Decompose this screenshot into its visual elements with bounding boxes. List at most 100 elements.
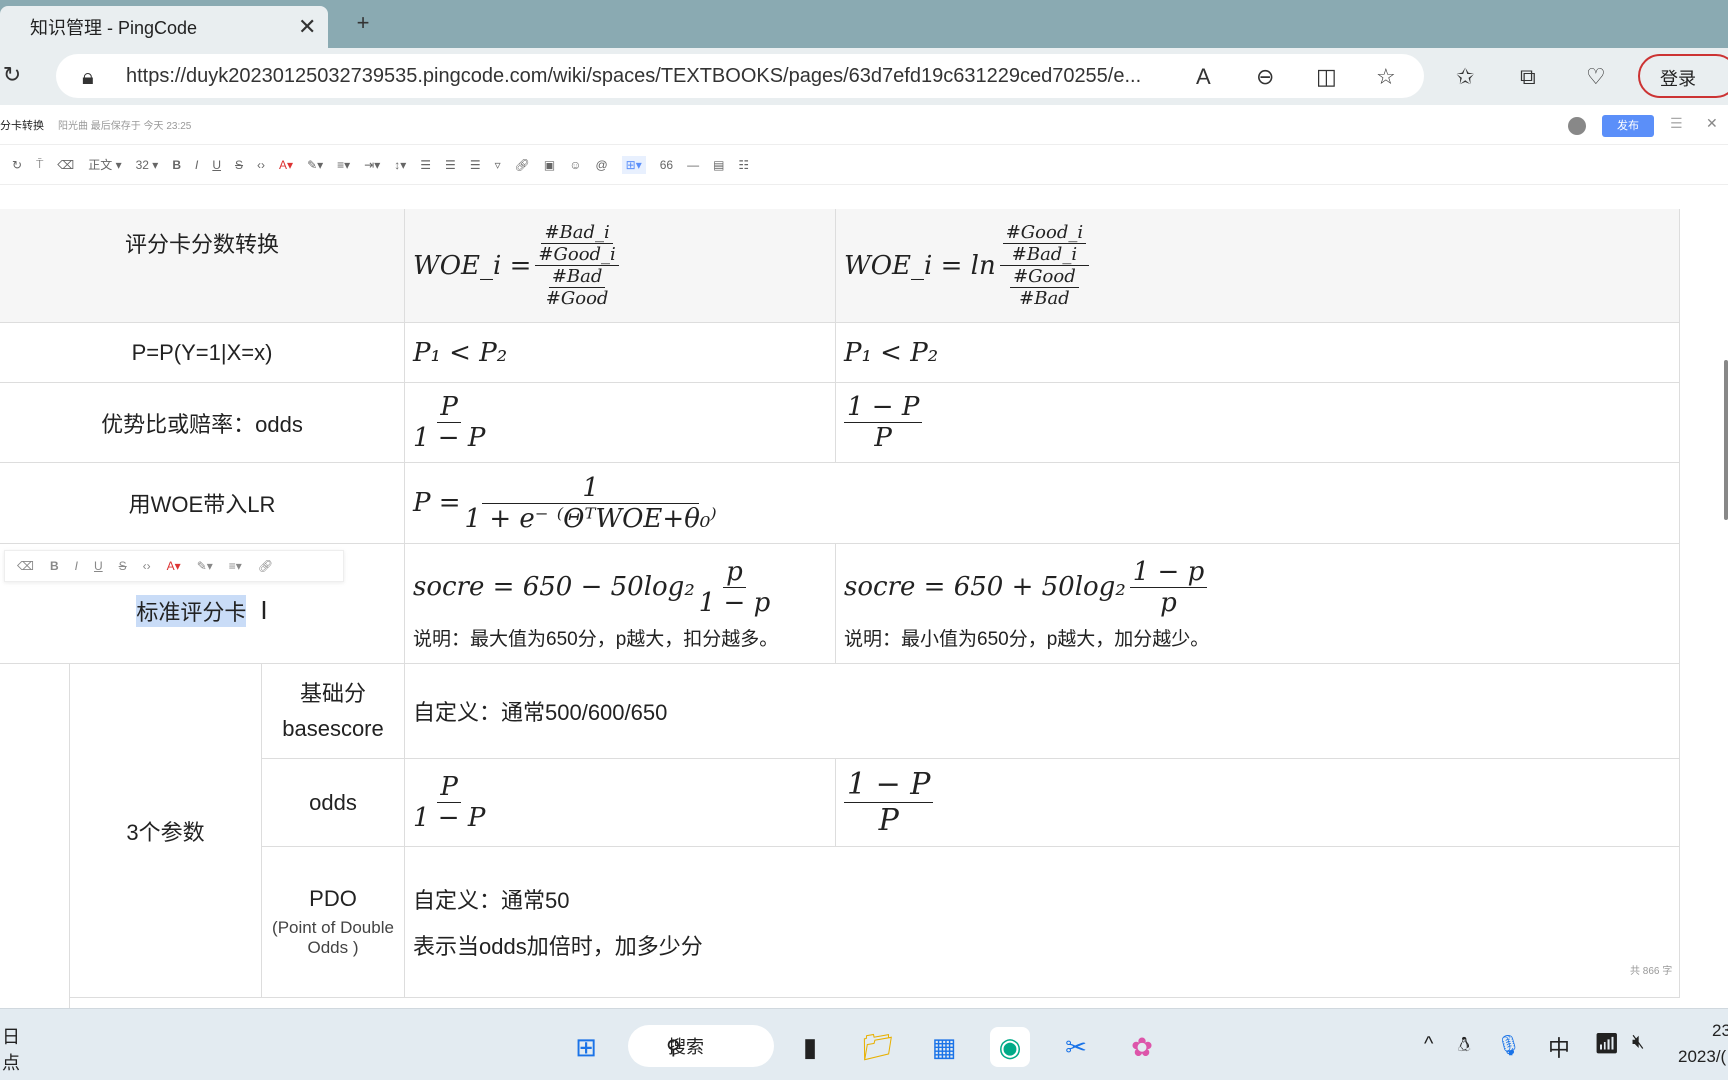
link-icon[interactable]: 🔗︎	[515, 158, 530, 172]
frac-part: P	[437, 392, 461, 423]
row-label: P=P(Y=1|X=x)	[131, 339, 273, 365]
cell-woe1[interactable]: WOE_i = #Bad_i #Good_i #Bad #Good	[405, 209, 836, 323]
cell-param[interactable]: odds	[262, 759, 405, 847]
close-tab-icon[interactable]: ✕	[298, 14, 316, 40]
file-explorer-icon[interactable]: 📁︎	[858, 1027, 898, 1067]
redo-icon[interactable]: ↻	[12, 158, 22, 172]
align-icon[interactable]: ≡▾	[229, 559, 242, 573]
toc-icon[interactable]: ☷	[738, 158, 749, 172]
cell-param[interactable]: 基础分 basescore	[262, 664, 405, 759]
clock-time[interactable]: 23	[1712, 1021, 1728, 1041]
collapse-icon[interactable]: ▿	[495, 158, 501, 172]
cell-formula[interactable]: P = 1 1 + e⁻ ⁽ΘᵀWOE+θ₀⁾	[405, 463, 1680, 544]
favorites-icon[interactable]: ✩	[1456, 64, 1474, 90]
refresh-icon[interactable]: ↻	[0, 62, 24, 88]
align-icon[interactable]: ≡▾	[337, 158, 350, 172]
font-color-icon[interactable]: A▾	[279, 158, 293, 172]
line-height-icon[interactable]: ↕▾	[394, 158, 406, 172]
quote-icon[interactable]: 66	[660, 158, 673, 172]
frac-part: #Bad_i	[541, 222, 613, 244]
link-icon[interactable]: 🔗︎	[258, 559, 273, 573]
cell-label[interactable]: 优势比或赔率：odds	[0, 383, 405, 463]
bullet-list-icon[interactable]: ☰	[445, 158, 456, 172]
formula-lhs: socre = 650 − 50log₂	[413, 572, 695, 602]
mute-icon[interactable]: 🔇︎	[1632, 1031, 1645, 1054]
attachment-icon[interactable]: ▤	[713, 158, 724, 172]
mention-icon[interactable]: @	[595, 158, 607, 172]
ordered-list-icon[interactable]: ☰	[420, 158, 431, 172]
edge-icon[interactable]: ◉	[990, 1027, 1030, 1067]
formula-lhs: WOE_i = ln	[844, 250, 996, 281]
scrollbar[interactable]	[1724, 360, 1728, 520]
cell-formula[interactable]: socre = 650 + 50log₂ 1 − p p 说明：最小值为650分，p越…	[836, 544, 1680, 664]
mic-icon[interactable]: 🎙︎	[1496, 1033, 1521, 1058]
formula-lhs: socre = 650 + 50log₂	[844, 572, 1126, 602]
param-label: 基础分	[299, 680, 366, 706]
strike-icon[interactable]: S	[235, 158, 243, 172]
font-color-icon[interactable]: A▾	[167, 559, 181, 573]
browser-tab[interactable]: 知识管理 - PingCode ✕	[0, 6, 328, 48]
indent-icon[interactable]: ⇥▾	[364, 158, 380, 172]
login-button[interactable]: 登录	[1638, 54, 1728, 98]
search-box[interactable]: 搜索	[628, 1025, 774, 1067]
split-screen-icon[interactable]: ◫	[1316, 64, 1337, 90]
avatar[interactable]	[1568, 117, 1586, 135]
cell-value[interactable]: 自定义：通常500/600/650	[405, 664, 1680, 759]
qq-icon[interactable]: 🐧︎	[1458, 1033, 1470, 1059]
cell-formula[interactable]: socre = 650 − 50log₂ p 1 − p 说明：最大值为650分，p越…	[405, 544, 836, 664]
bold-icon[interactable]: B	[50, 559, 59, 573]
check-list-icon[interactable]: ☰	[470, 158, 481, 172]
emoji-icon[interactable]: ☺	[569, 158, 581, 172]
italic-icon[interactable]: I	[75, 559, 78, 573]
clock-date[interactable]: 2023/(	[1678, 1047, 1726, 1067]
highlight-icon[interactable]: ✎▾	[307, 158, 323, 172]
cell-formula[interactable]: 1 − PP	[836, 759, 1680, 847]
start-icon[interactable]: ⊞	[566, 1027, 606, 1067]
divider-icon[interactable]: —	[687, 158, 699, 172]
snipping-icon[interactable]: ✂	[1056, 1027, 1096, 1067]
cell-label[interactable]: 评分卡分数转换	[0, 209, 405, 323]
cell-formula[interactable]: P₁ < P₂	[405, 323, 836, 383]
chevron-up-icon[interactable]: ^	[1424, 1033, 1433, 1056]
app-icon[interactable]: ✿	[1122, 1027, 1162, 1067]
underline-icon[interactable]: U	[94, 559, 103, 573]
new-tab-icon[interactable]: +	[348, 8, 378, 38]
code-icon[interactable]: ‹›	[143, 559, 151, 573]
table-icon[interactable]: ⊞▾	[621, 155, 646, 174]
image-icon[interactable]: ▣	[544, 158, 555, 172]
cell-group-label[interactable]: 3个参数	[70, 664, 262, 998]
underline-icon[interactable]: U	[212, 158, 221, 172]
publish-button[interactable]: 发布	[1602, 115, 1654, 137]
code-icon[interactable]: ‹›	[257, 158, 265, 172]
cell-formula[interactable]: P₁ < P₂	[836, 323, 1680, 383]
store-icon[interactable]: ▦	[924, 1027, 964, 1067]
collections-icon[interactable]: ⧉	[1520, 64, 1536, 90]
style-select[interactable]: 正文 ▾	[88, 156, 121, 173]
address-bar[interactable]: https://duyk20230125032739535.pingcode.c…	[56, 54, 1424, 98]
cell-woe2[interactable]: WOE_i = ln #Good_i #Bad_i #Good #Bad	[836, 209, 1680, 323]
strike-icon[interactable]: S	[119, 559, 127, 573]
ime-indicator[interactable]: 中	[1548, 1031, 1570, 1063]
wifi-icon[interactable]: 📶︎	[1594, 1031, 1619, 1056]
favorite-icon[interactable]: ☆	[1376, 64, 1396, 90]
cell-param[interactable]: PDO (Point of Double Odds )	[262, 847, 405, 998]
cell-value[interactable]: 自定义：通常50 表示当odds加倍时，加多少分	[405, 847, 1680, 998]
format-painter-icon[interactable]: ⍑	[36, 157, 43, 172]
task-view-icon[interactable]: ▮	[790, 1027, 830, 1067]
cell-label[interactable]: P=P(Y=1|X=x)	[0, 323, 405, 383]
highlight-icon[interactable]: ✎▾	[197, 559, 213, 573]
zoom-out-icon[interactable]: ⊖	[1256, 64, 1274, 90]
cell-label[interactable]: 用WOE带入LR	[0, 463, 405, 544]
cell-formula[interactable]: P1 − P	[405, 759, 836, 847]
outline-icon[interactable]: ☰	[1670, 115, 1683, 132]
cell-formula[interactable]: 1 − PP	[836, 383, 1680, 463]
read-aloud-icon[interactable]: A	[1196, 64, 1211, 90]
eraser-icon[interactable]: ⌫	[57, 158, 74, 172]
eraser-icon[interactable]: ⌫	[17, 559, 34, 573]
performance-icon[interactable]: ♡	[1586, 64, 1606, 90]
italic-icon[interactable]: I	[195, 158, 198, 172]
close-icon[interactable]: ✕	[1706, 115, 1718, 132]
size-select[interactable]: 32 ▾	[136, 158, 159, 172]
cell-formula[interactable]: P1 − P	[405, 383, 836, 463]
bold-icon[interactable]: B	[172, 158, 181, 172]
